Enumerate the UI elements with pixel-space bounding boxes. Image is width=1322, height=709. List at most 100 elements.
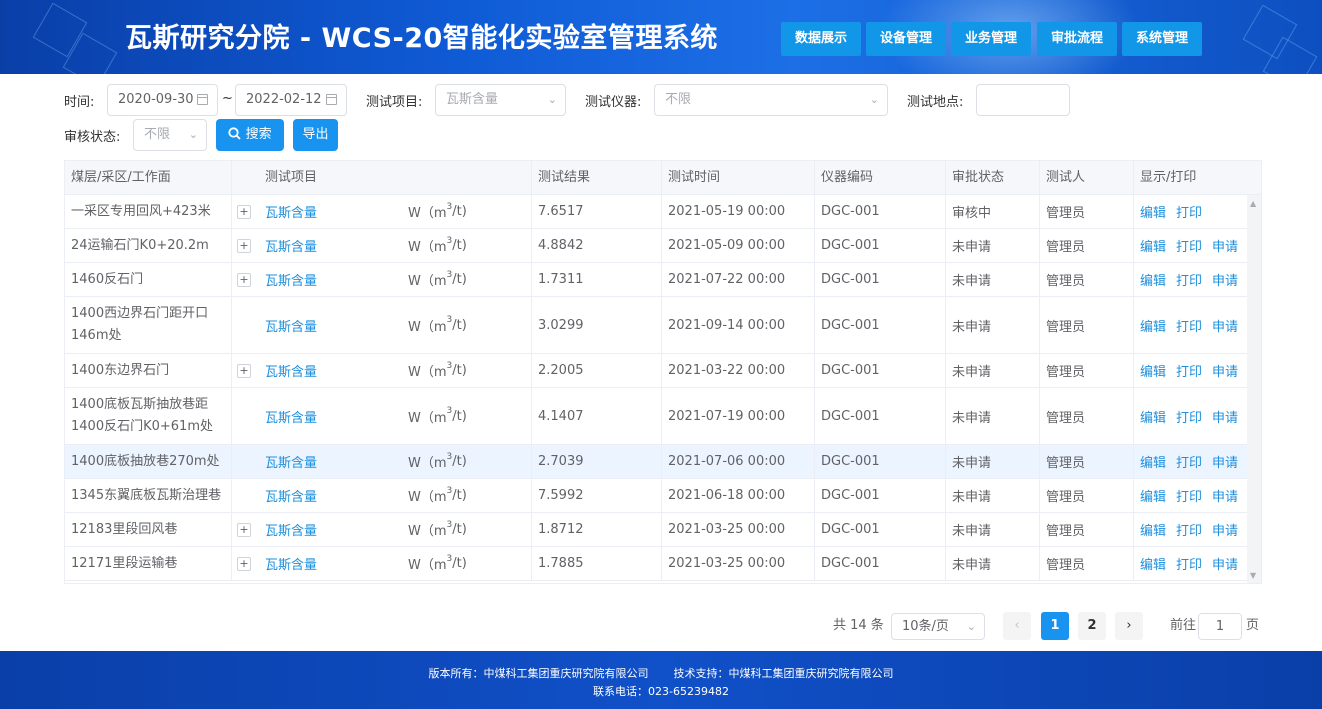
edit-link[interactable]: 编辑	[1140, 361, 1166, 380]
table-row[interactable]: 1400底板抽放巷270m处 瓦斯含量 W（m 3/t) 2.7039 2021-07-0…	[65, 445, 1247, 479]
location-text: 1345东翼底板瓦斯治理巷	[71, 487, 222, 503]
print-link[interactable]: 打印	[1176, 520, 1202, 539]
print-link[interactable]: 打印	[1176, 452, 1202, 471]
cell-actions: 编辑 打印 申请	[1134, 263, 1247, 296]
table-row[interactable]: 1460反石门 + 瓦斯含量 W（m 3/t) 1.7311 2021-07-22 00:0…	[65, 263, 1247, 297]
table-row[interactable]: 1400底板瓦斯抽放巷距1400反石门K0+61m处 瓦斯含量 W（m 3/t) 4.1…	[65, 388, 1247, 445]
edit-link[interactable]: 编辑	[1140, 486, 1166, 505]
goto-label: 前往	[1170, 618, 1197, 633]
cell-result: 7.6517	[532, 195, 662, 228]
instrument-select[interactable]: 不限 ⌄	[654, 84, 888, 116]
edit-link[interactable]: 编辑	[1140, 202, 1166, 221]
expand-row-icon[interactable]: +	[237, 364, 251, 378]
next-page-button[interactable]: ›	[1115, 612, 1143, 640]
table-row[interactable]: 12171里段运输巷 + 瓦斯含量 W（m 3/t) 1.7885 2021-03-25 0…	[65, 547, 1247, 581]
apply-link[interactable]: 申请	[1212, 236, 1238, 255]
apply-link[interactable]: 申请	[1212, 452, 1238, 471]
nav-system-management[interactable]: 系统管理	[1122, 22, 1202, 56]
print-link[interactable]: 打印	[1176, 236, 1202, 255]
table-row[interactable]: 24运输石门K0+20.2m + 瓦斯含量 W（m 3/t) 4.8842 2021-05-…	[65, 229, 1247, 263]
table-row[interactable]: 一采区专用回风+423米 + 瓦斯含量 W（m 3/t) 7.6517 2021-05-19…	[65, 195, 1247, 229]
table-row[interactable]: 1400西边界石门距开口146m处 瓦斯含量 W（m 3/t) 3.0299 2021-0…	[65, 297, 1247, 354]
print-link[interactable]: 打印	[1176, 202, 1202, 221]
result-value: 1.7311	[538, 272, 584, 287]
expand-row-icon[interactable]: +	[237, 557, 251, 571]
unit-sup: 3	[446, 519, 453, 530]
search-button[interactable]: 搜索	[216, 119, 284, 151]
edit-link[interactable]: 编辑	[1140, 316, 1166, 335]
test-item-link[interactable]: 瓦斯含量	[265, 554, 317, 573]
nav-approval-flow[interactable]: 审批流程	[1037, 22, 1117, 56]
print-link[interactable]: 打印	[1176, 270, 1202, 289]
scroll-down-icon[interactable]: ▼	[1250, 571, 1256, 580]
print-link[interactable]: 打印	[1176, 361, 1202, 380]
expand-row-icon[interactable]: +	[237, 205, 251, 219]
apply-link[interactable]: 申请	[1212, 554, 1238, 573]
location-input[interactable]	[976, 84, 1070, 116]
footer-phone: 联系电话：023-65239482	[593, 685, 729, 698]
audit-status-select[interactable]: 不限 ⌄	[133, 119, 207, 151]
goto-page-input[interactable]: 1	[1198, 613, 1242, 640]
test-item-link[interactable]: 瓦斯含量	[265, 270, 317, 289]
time-value: 2021-03-25 00:00	[668, 522, 786, 537]
table-row[interactable]: 12183里段回风巷 + 瓦斯含量 W（m 3/t) 1.8712 2021-03-25 0…	[65, 513, 1247, 547]
apply-link[interactable]: 申请	[1212, 316, 1238, 335]
cell-location: 12183里段回风巷	[65, 513, 232, 546]
test-item-link[interactable]: 瓦斯含量	[265, 236, 317, 255]
edit-link[interactable]: 编辑	[1140, 554, 1166, 573]
test-item-link[interactable]: 瓦斯含量	[265, 361, 317, 380]
apply-link[interactable]: 申请	[1212, 361, 1238, 380]
edit-link[interactable]: 编辑	[1140, 270, 1166, 289]
print-link[interactable]: 打印	[1176, 486, 1202, 505]
nav-device-management[interactable]: 设备管理	[866, 22, 946, 56]
apply-link[interactable]: 申请	[1212, 486, 1238, 505]
cell-time: 2021-07-22 00:00	[662, 263, 815, 296]
test-item-link[interactable]: 瓦斯含量	[265, 407, 317, 426]
time-value: 2021-07-19 00:00	[668, 408, 786, 424]
prev-page-button[interactable]: ‹	[1003, 612, 1031, 640]
unit-suffix: /t)	[452, 317, 467, 333]
edit-link[interactable]: 编辑	[1140, 452, 1166, 471]
nav-business-management[interactable]: 业务管理	[951, 22, 1031, 56]
print-link[interactable]: 打印	[1176, 316, 1202, 335]
test-item-select[interactable]: 瓦斯含量 ⌄	[435, 84, 566, 116]
cell-actions: 编辑 打印 申请	[1134, 445, 1247, 478]
cell-time: 2021-07-19 00:00	[662, 388, 815, 444]
expand-row-icon[interactable]: +	[237, 239, 251, 253]
scroll-up-icon[interactable]: ▲	[1250, 199, 1256, 208]
start-date-input[interactable]: 2020-09-30	[107, 84, 218, 116]
table-row[interactable]: 1345东翼底板瓦斯治理巷 瓦斯含量 W（m 3/t) 7.5992 2021-06-18…	[65, 479, 1247, 513]
expand-row-icon[interactable]: +	[237, 523, 251, 537]
table-scrollbar[interactable]: ▲ ▼	[1247, 195, 1261, 583]
test-item-link[interactable]: 瓦斯含量	[265, 486, 317, 505]
apply-link[interactable]: 申请	[1212, 520, 1238, 539]
expand-row-icon[interactable]: +	[237, 273, 251, 287]
page-size-select[interactable]: 10条/页 ⌄	[891, 613, 985, 640]
edit-link[interactable]: 编辑	[1140, 520, 1166, 539]
print-link[interactable]: 打印	[1176, 554, 1202, 573]
cell-location: 1460反石门	[65, 263, 232, 296]
chevron-down-icon: ⌄	[966, 620, 976, 633]
cell-tester: 管理员	[1040, 195, 1134, 228]
print-link[interactable]: 打印	[1176, 407, 1202, 426]
export-button[interactable]: 导出	[293, 119, 338, 151]
search-button-label: 搜索	[245, 127, 272, 142]
cell-result: 4.1407	[532, 388, 662, 444]
page-2-button[interactable]: 2	[1078, 612, 1106, 640]
end-date-input[interactable]: 2022-02-12	[235, 84, 347, 116]
test-item-link[interactable]: 瓦斯含量	[265, 316, 317, 335]
test-item-link[interactable]: 瓦斯含量	[265, 202, 317, 221]
table-row[interactable]: 1400东边界石门 + 瓦斯含量 W（m 3/t) 2.2005 2021-03-22 00…	[65, 354, 1247, 388]
cell-test-item: + 瓦斯含量	[232, 354, 402, 387]
cell-time: 2021-03-25 00:00	[662, 547, 815, 580]
edit-link[interactable]: 编辑	[1140, 236, 1166, 255]
apply-link[interactable]: 申请	[1212, 407, 1238, 426]
edit-link[interactable]: 编辑	[1140, 407, 1166, 426]
nav-data-display[interactable]: 数据展示	[781, 22, 861, 56]
test-item-link[interactable]: 瓦斯含量	[265, 520, 317, 539]
cell-code: DGC-001	[815, 354, 946, 387]
apply-link[interactable]: 申请	[1212, 270, 1238, 289]
test-item-link[interactable]: 瓦斯含量	[265, 452, 317, 471]
instrument-code: DGC-001	[821, 363, 880, 378]
page-1-button[interactable]: 1	[1041, 612, 1069, 640]
